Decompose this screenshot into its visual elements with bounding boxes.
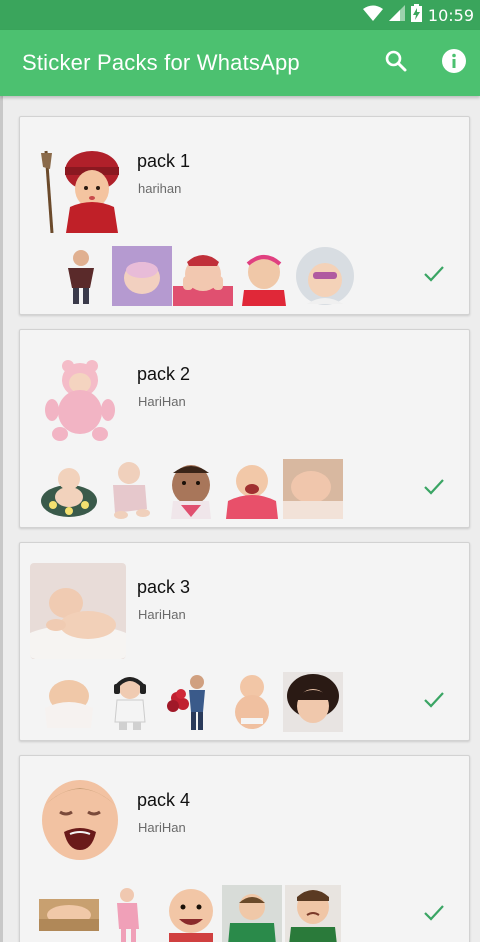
- pack-name: pack 3: [137, 577, 191, 597]
- sticker-thumbnail: [38, 884, 99, 942]
- sticker-thumbnail: [221, 458, 282, 519]
- app-title: Sticker Packs for WhatsApp: [22, 50, 300, 75]
- sticker-pack-card[interactable]: pack 1 harihan: [19, 116, 470, 315]
- check-icon: [423, 691, 445, 714]
- sticker-thumbnail: [160, 884, 221, 942]
- sticker-thumbnail: [294, 245, 355, 306]
- info-button[interactable]: [440, 48, 468, 79]
- added-check-button[interactable]: [421, 476, 447, 502]
- pack-name: pack 2: [137, 364, 191, 384]
- pack-author: HariHan: [138, 607, 186, 622]
- signal-icon: [388, 4, 405, 26]
- pack-author: harihan: [138, 181, 182, 196]
- status-bar: 10:59: [0, 0, 480, 30]
- added-check-button[interactable]: [421, 902, 447, 928]
- status-time: 10:59: [427, 5, 474, 25]
- search-icon: [384, 49, 408, 78]
- sticker-pack-card[interactable]: pack 2 HariHan: [19, 329, 470, 528]
- check-icon: [423, 478, 445, 501]
- check-icon: [423, 904, 445, 927]
- sticker-pack-list[interactable]: pack 1 harihan pack 2 HariHan pack 3 Har…: [0, 96, 480, 942]
- search-button[interactable]: [382, 49, 410, 77]
- pack-tray-image: [30, 563, 126, 659]
- pack-name: pack 4: [137, 790, 191, 810]
- sticker-thumbnail: [221, 884, 282, 942]
- sticker-thumbnail: [282, 671, 343, 732]
- sticker-thumbnail: [38, 458, 99, 519]
- sticker-thumbnail: [172, 245, 233, 306]
- pack-author: HariHan: [138, 820, 186, 835]
- sticker-thumbnail: [111, 245, 172, 306]
- pack-tray-image: [30, 776, 126, 872]
- wifi-icon: [362, 5, 383, 26]
- sticker-thumbnail: [50, 245, 111, 306]
- sticker-pack-card[interactable]: pack 3 HariHan: [19, 542, 470, 741]
- sticker-thumbnail: [282, 458, 343, 519]
- sticker-thumbnail: [282, 884, 343, 942]
- pack-name: pack 1: [137, 151, 191, 171]
- pack-tray-image: [30, 137, 126, 233]
- app-bar: Sticker Packs for WhatsApp: [0, 30, 480, 96]
- sticker-thumbnail: [38, 671, 99, 732]
- pack-tray-image: [30, 350, 126, 446]
- sticker-thumbnail: [99, 884, 160, 942]
- added-check-button[interactable]: [421, 263, 447, 289]
- sticker-thumbnail: [99, 458, 160, 519]
- pack-author: HariHan: [138, 394, 186, 409]
- check-icon: [423, 265, 445, 288]
- sticker-thumbnail: [233, 245, 294, 306]
- sticker-thumbnail: [99, 671, 160, 732]
- sticker-pack-card[interactable]: pack 4 HariHan: [19, 755, 470, 942]
- sticker-thumbnail: [160, 458, 221, 519]
- sticker-thumbnail: [221, 671, 282, 732]
- battery-charging-icon: [410, 3, 422, 27]
- info-icon: [441, 48, 467, 79]
- sticker-thumbnail: [160, 671, 221, 732]
- added-check-button[interactable]: [421, 689, 447, 715]
